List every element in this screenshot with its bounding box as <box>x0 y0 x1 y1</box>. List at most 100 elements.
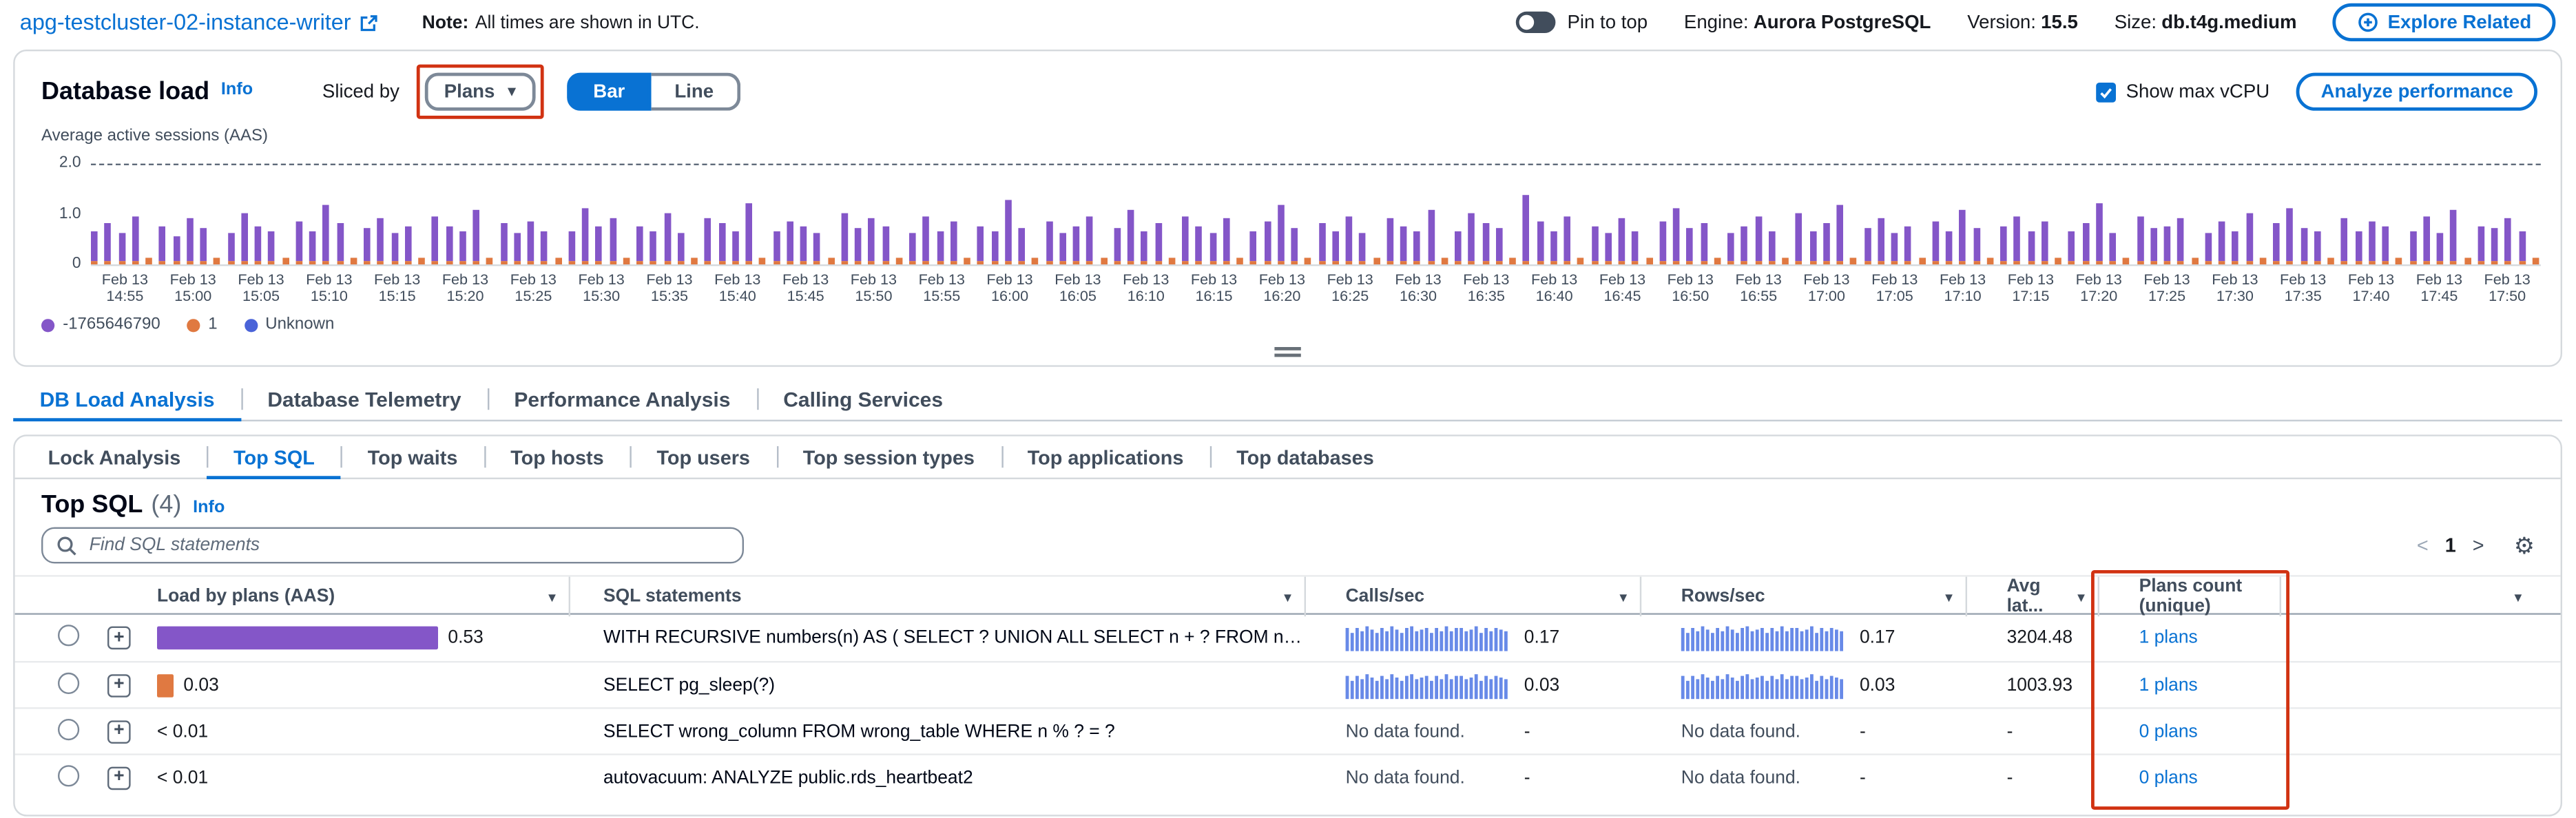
external-link-icon[interactable] <box>360 12 380 32</box>
chart-bar <box>1509 258 1516 264</box>
row-radio[interactable] <box>58 672 79 693</box>
note-label: Note: <box>422 12 468 32</box>
chart-bar <box>1904 226 1911 264</box>
database-load-info-link[interactable]: Info <box>221 78 253 98</box>
table-row[interactable]: + 0.53 WITH RECURSIVE numbers(n) AS ( SE… <box>15 615 2562 661</box>
chart-bar <box>855 229 862 264</box>
table-row[interactable]: + 0.03 SELECT pg_sleep(?) 0.03 0.03 1003… <box>15 661 2562 707</box>
chart-bar <box>1264 221 1271 264</box>
chart-bar <box>869 218 875 264</box>
plans-count-column-header[interactable]: Plans count (unique) <box>2099 577 2281 617</box>
analyze-performance-button[interactable]: Analyze performance <box>2296 73 2538 111</box>
plans-count-link[interactable]: 0 plans <box>2139 722 2198 742</box>
chart-bar <box>677 233 684 264</box>
pin-to-top-toggle[interactable] <box>1516 12 1556 33</box>
top-sql-title: Top SQL <box>41 491 143 519</box>
chart-bar <box>432 216 439 264</box>
sort-descending-icon[interactable]: ▾ <box>549 589 556 605</box>
x-axis-label: Feb 1317:15 <box>2008 271 2054 304</box>
legend-item[interactable]: 1 <box>187 315 218 333</box>
note-text: All times are shown in UTC. <box>475 12 700 32</box>
expand-row-icon[interactable]: + <box>107 673 131 697</box>
tab-top-waits[interactable]: Top waits <box>341 437 484 479</box>
table-row[interactable]: + < 0.01 SELECT wrong_column FROM wrong_… <box>15 707 2562 753</box>
load-cell: 0.03 <box>157 673 570 697</box>
chart-bar <box>1727 233 1734 264</box>
tab-calling-services[interactable]: Calling Services <box>757 379 970 421</box>
chart-bar <box>1332 231 1339 264</box>
x-axis-label: Feb 1317:25 <box>2143 271 2190 304</box>
chart-bar <box>268 231 275 264</box>
chart-bar <box>118 233 125 264</box>
table-row[interactable]: + < 0.01 autovacuum: ANALYZE public.rds_… <box>15 753 2562 799</box>
chart-bar <box>1796 213 1803 264</box>
line-toggle-button[interactable]: Line <box>652 73 740 111</box>
chart-bar <box>1086 216 1093 264</box>
tab-lock-analysis[interactable]: Lock Analysis <box>21 437 207 479</box>
table-settings-gear-icon[interactable]: ⚙ <box>2514 534 2535 557</box>
tab-top-session-types[interactable]: Top session types <box>776 437 1001 479</box>
filter-icon[interactable]: ▾ <box>1620 589 1627 605</box>
tab-db-load-analysis[interactable]: DB Load Analysis <box>13 379 241 421</box>
row-radio[interactable] <box>58 625 79 646</box>
expand-row-icon[interactable]: + <box>107 627 131 650</box>
bar-toggle-button[interactable]: Bar <box>567 73 652 111</box>
chart-bar <box>1687 229 1694 264</box>
search-input[interactable] <box>90 536 729 556</box>
filter-icon[interactable]: ▾ <box>2515 589 2522 605</box>
tab-performance-analysis[interactable]: Performance Analysis <box>488 379 757 421</box>
chart-type-segmented-control: Bar Line <box>567 73 740 111</box>
avg-latency-value: - <box>1967 768 2099 788</box>
top-sql-info-link[interactable]: Info <box>193 497 225 517</box>
sql-column-header[interactable]: SQL statements▾ <box>570 577 1306 617</box>
show-max-vcpu-checkbox[interactable] <box>2096 82 2116 102</box>
load-value: 0.53 <box>448 628 483 648</box>
filter-icon[interactable]: ▾ <box>1946 589 1953 605</box>
instance-name-link[interactable]: apg-testcluster-02-instance-writer <box>20 10 351 34</box>
avg-latency-column-header[interactable]: Avg lat...▾ <box>1967 577 2099 617</box>
filter-icon[interactable]: ▾ <box>2078 589 2085 605</box>
chart-bar <box>1632 231 1639 264</box>
expand-row-icon[interactable]: + <box>107 720 131 743</box>
tab-top-applications[interactable]: Top applications <box>1001 437 1209 479</box>
load-column-header[interactable]: Load by plans (AAS)▾ <box>157 577 570 617</box>
explore-related-button[interactable]: Explore Related <box>2333 3 2556 41</box>
calls-sparkline <box>1346 625 1508 651</box>
chart-bar <box>1741 226 1748 264</box>
chart-bar <box>1878 218 1884 264</box>
chart-bar <box>636 226 643 264</box>
plans-count-link[interactable]: 0 plans <box>2139 768 2198 788</box>
expand-row-icon[interactable]: + <box>107 766 131 789</box>
chart-bar <box>446 226 453 264</box>
previous-page-button[interactable]: < <box>2417 534 2429 557</box>
chart-bar <box>200 229 207 264</box>
calls-column-header[interactable]: Calls/sec▾ <box>1306 577 1641 617</box>
filter-icon[interactable]: ▾ <box>1285 589 1291 605</box>
current-page[interactable]: 1 <box>2445 534 2456 557</box>
chart-bar <box>2478 226 2484 264</box>
tab-top-databases[interactable]: Top databases <box>1210 437 1400 479</box>
sliced-by-dropdown[interactable]: Plans ▾ <box>424 73 535 111</box>
chart-bar <box>1018 229 1025 264</box>
x-axis-label: Feb 1315:05 <box>238 271 284 304</box>
chart-bar <box>472 211 479 264</box>
row-radio[interactable] <box>58 764 79 786</box>
chart-bar <box>745 203 752 264</box>
x-axis-label: Feb 1315:10 <box>306 271 352 304</box>
plans-count-link[interactable]: 1 plans <box>2139 628 2198 648</box>
row-radio[interactable] <box>58 718 79 740</box>
tab-top-users[interactable]: Top users <box>630 437 776 479</box>
tab-top-sql[interactable]: Top SQL <box>207 437 342 479</box>
chart-bar <box>309 231 316 264</box>
legend-item[interactable]: -1765646790 <box>41 315 160 333</box>
chart-bar <box>2314 231 2320 264</box>
tab-top-hosts[interactable]: Top hosts <box>484 437 630 479</box>
rows-column-header[interactable]: Rows/sec▾ <box>1641 577 1967 617</box>
resize-handle[interactable] <box>1275 344 1301 360</box>
plans-count-link[interactable]: 1 plans <box>2139 675 2198 695</box>
legend-item[interactable]: Unknown <box>244 315 334 333</box>
next-page-button[interactable]: > <box>2473 534 2484 557</box>
chart-bar <box>2369 221 2376 264</box>
chart-bar <box>787 221 793 264</box>
tab-database-telemetry[interactable]: Database Telemetry <box>241 379 488 421</box>
